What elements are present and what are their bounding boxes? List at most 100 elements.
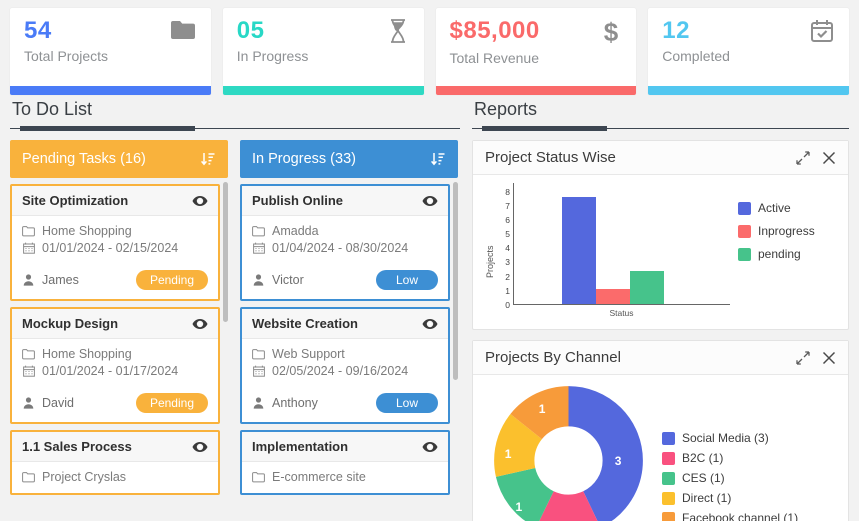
task-header: Publish Online	[242, 186, 448, 216]
legend-item[interactable]: Direct (1)	[662, 491, 798, 505]
stat-card-total-projects[interactable]: 54 Total Projects	[10, 8, 211, 95]
task-card[interactable]: Implementation E-commerce site	[240, 430, 450, 495]
legend-label: Social Media (3)	[682, 431, 769, 445]
task-card[interactable]: Website Creation Web Support	[240, 307, 450, 424]
status-badge[interactable]: Low	[376, 270, 438, 290]
task-project: Home Shopping	[22, 347, 208, 361]
eye-icon[interactable]	[192, 195, 208, 207]
dollar-icon: $	[600, 18, 622, 46]
legend-item[interactable]: Active	[738, 201, 838, 215]
stat-top: $85,000 $	[450, 18, 623, 46]
task-dates: 01/01/2024 - 02/15/2024	[22, 241, 208, 255]
bar-chart-legend: Active Inprogress pending	[730, 183, 838, 323]
legend-item[interactable]: B2C (1)	[662, 451, 798, 465]
bar-chart: Projects 0 1 2 3 4 5 6 7 8	[483, 183, 838, 323]
eye-icon[interactable]	[422, 318, 438, 330]
todo-column-scroll-in-progress[interactable]: Publish Online Amadda	[240, 178, 458, 518]
todo-column-scroll-pending[interactable]: Site Optimization Home Shopping	[10, 178, 228, 518]
section-divider	[10, 126, 460, 132]
bar-pending[interactable]	[630, 271, 664, 304]
legend-swatch	[662, 512, 675, 521]
folder-icon	[22, 349, 35, 360]
folder-icon	[22, 472, 35, 483]
reports-section: Reports Project Status Wise Projects	[470, 95, 859, 521]
folder-icon	[252, 472, 265, 483]
legend-swatch	[662, 492, 675, 505]
legend-item[interactable]: Inprogress	[738, 224, 838, 238]
stat-card-in-progress[interactable]: 05 In Progress	[223, 8, 424, 95]
panel-header: Project Status Wise	[473, 141, 848, 175]
todo-section: To Do List Pending Tasks (16)	[0, 95, 470, 521]
y-tick: 8	[505, 187, 510, 197]
expand-icon[interactable]	[796, 351, 810, 365]
folder-icon	[252, 349, 265, 360]
legend-item[interactable]: CES (1)	[662, 471, 798, 485]
legend-item[interactable]: Social Media (3)	[662, 431, 798, 445]
todo-column-in-progress: In Progress (33) Publish Online	[240, 140, 458, 518]
sort-descending-icon[interactable]	[200, 151, 216, 167]
stat-label: Total Revenue	[450, 50, 623, 66]
y-tick: 3	[505, 257, 510, 267]
task-dates-label: 01/04/2024 - 08/30/2024	[272, 241, 408, 255]
eye-icon[interactable]	[192, 441, 208, 453]
task-card[interactable]: Publish Online Amadda	[240, 184, 450, 301]
legend-item[interactable]: Facebook channel (1)	[662, 511, 798, 521]
task-header: Implementation	[242, 432, 448, 462]
eye-icon[interactable]	[422, 195, 438, 207]
eye-icon[interactable]	[422, 441, 438, 453]
y-tick: 6	[505, 215, 510, 225]
donut-value-label: 3	[615, 454, 622, 468]
column-header-in-progress[interactable]: In Progress (33)	[240, 140, 458, 178]
legend-swatch	[738, 225, 751, 238]
task-footer: David Pending	[12, 387, 218, 422]
task-title: Mockup Design	[22, 316, 118, 331]
stat-top: 12	[662, 18, 835, 44]
sort-descending-icon[interactable]	[430, 151, 446, 167]
task-project: Amadda	[252, 224, 438, 238]
panel-title: Project Status Wise	[485, 149, 616, 166]
user-icon	[22, 274, 35, 286]
task-card[interactable]: Mockup Design Home Shopping	[10, 307, 220, 424]
y-tick: 7	[505, 201, 510, 211]
task-body: Project Cryslas	[12, 462, 218, 493]
legend-swatch	[662, 432, 675, 445]
stat-label: Total Projects	[24, 48, 197, 64]
expand-icon[interactable]	[796, 151, 810, 165]
close-icon[interactable]	[822, 151, 836, 165]
scrollbar-thumb[interactable]	[453, 182, 458, 380]
panel-body: 3 1 1 1 1 Social Media (3) B2C (1	[473, 375, 848, 521]
status-badge[interactable]: Low	[376, 393, 438, 413]
task-dates-label: 01/01/2024 - 01/17/2024	[42, 364, 178, 378]
legend-swatch	[738, 248, 751, 261]
bar-active[interactable]	[562, 197, 596, 304]
stat-card-completed[interactable]: 12 Completed	[648, 8, 849, 95]
svg-text:$: $	[604, 18, 619, 46]
task-header: Website Creation	[242, 309, 448, 339]
task-dates: 02/05/2024 - 09/16/2024	[252, 364, 438, 378]
folder-icon	[252, 226, 265, 237]
status-badge[interactable]: Pending	[136, 270, 208, 290]
task-card[interactable]: Site Optimization Home Shopping	[10, 184, 220, 301]
report-panel-projects-by-channel: Projects By Channel	[472, 340, 849, 521]
status-badge[interactable]: Pending	[136, 393, 208, 413]
task-footer: Victor Low	[242, 264, 448, 299]
folder-icon	[169, 18, 197, 42]
scrollbar-thumb[interactable]	[223, 182, 228, 322]
calendar-check-icon	[809, 18, 835, 44]
eye-icon[interactable]	[192, 318, 208, 330]
bar-inprogress[interactable]	[596, 289, 630, 304]
calendar-icon	[252, 242, 265, 254]
task-project-label: Home Shopping	[42, 224, 132, 238]
scrollbar-pending[interactable]	[223, 182, 228, 518]
scrollbar-in-progress[interactable]	[453, 182, 458, 518]
close-icon[interactable]	[822, 351, 836, 365]
task-body: Amadda 01/04/2024 - 08/30/2024	[242, 216, 448, 264]
user-icon	[252, 397, 265, 409]
column-header-pending[interactable]: Pending Tasks (16)	[10, 140, 228, 178]
task-card[interactable]: 1.1 Sales Process Project Cryslas	[10, 430, 220, 495]
legend-item[interactable]: pending	[738, 247, 838, 261]
stat-card-total-revenue[interactable]: $85,000 $ Total Revenue	[436, 8, 637, 95]
task-project-label: Web Support	[272, 347, 345, 361]
stat-value: 12	[662, 18, 690, 44]
task-project-label: Home Shopping	[42, 347, 132, 361]
